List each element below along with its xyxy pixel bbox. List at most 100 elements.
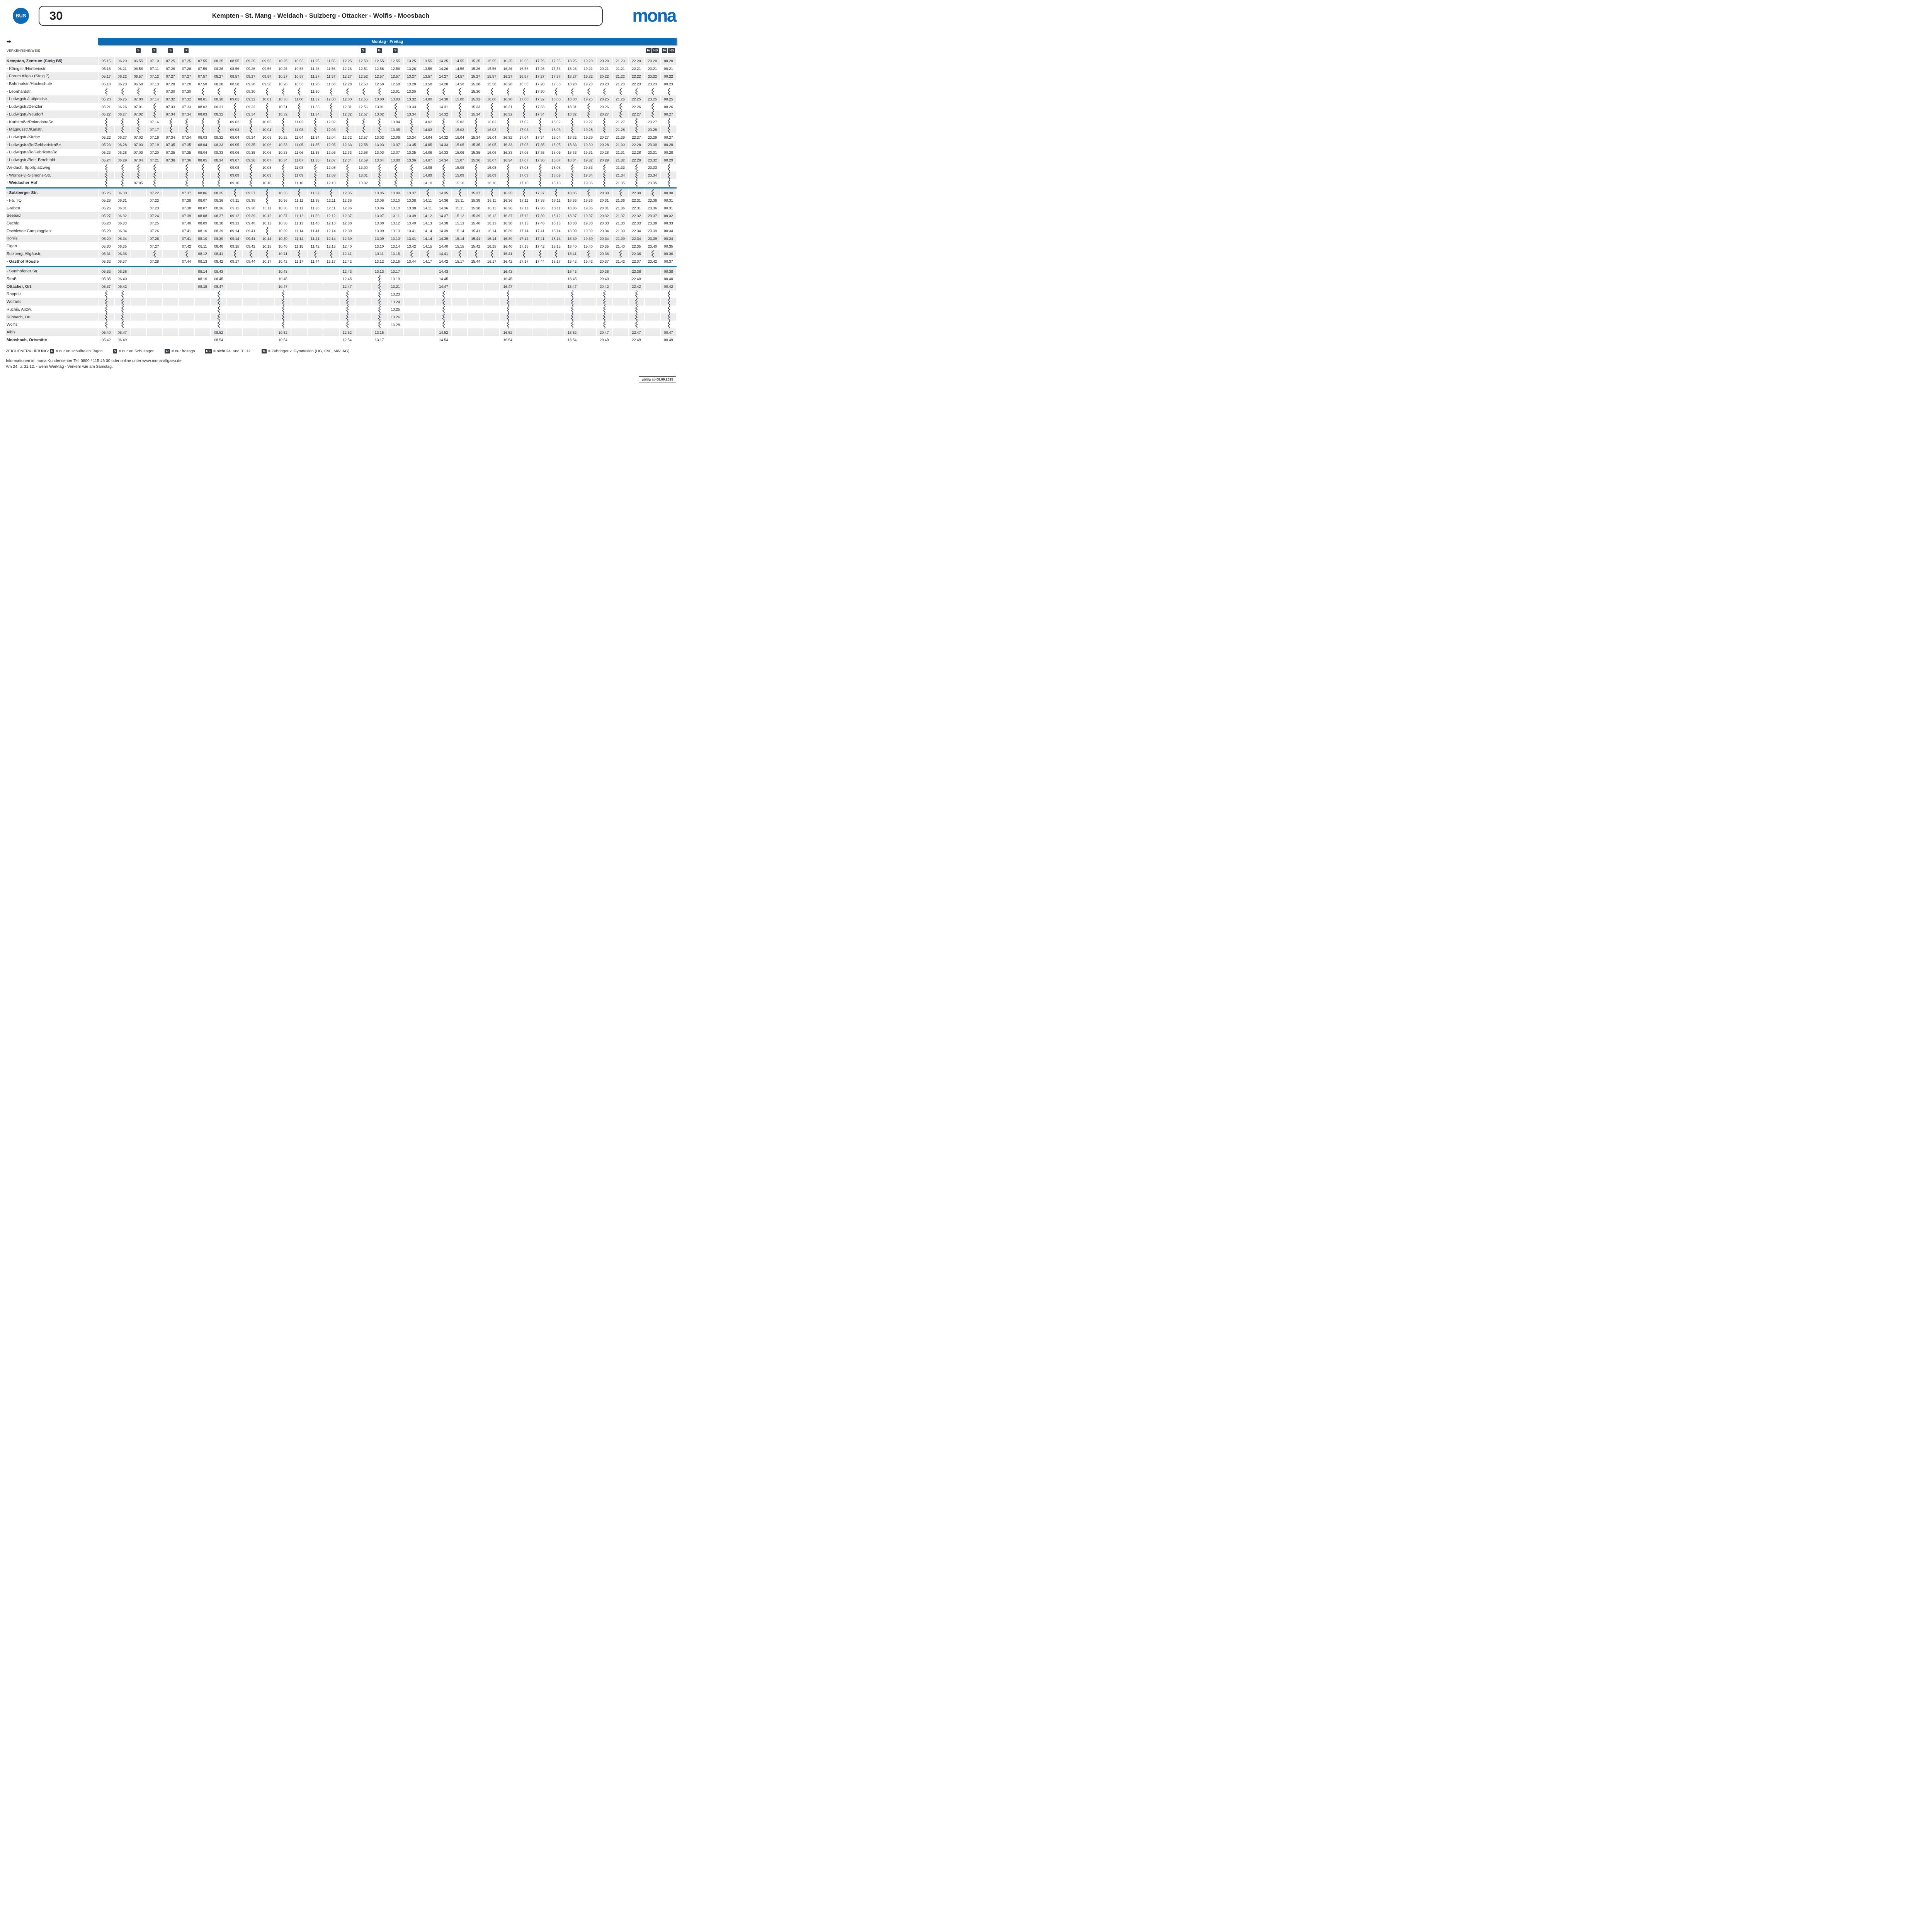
- time-cell: [130, 267, 146, 275]
- time-cell: 06.27: [114, 110, 131, 118]
- skip-squiggle-icon: [378, 306, 381, 313]
- time-cell: [259, 197, 275, 204]
- time-cell: 10.39: [275, 227, 291, 235]
- time-cell: [371, 313, 388, 321]
- skip-squiggle-icon: [506, 298, 510, 306]
- time-cell: [452, 275, 468, 283]
- time-cell: [146, 298, 163, 306]
- time-cell: 20.25: [596, 95, 612, 103]
- time-cell: [484, 283, 500, 291]
- time-cell: [420, 267, 436, 275]
- skip-squiggle-icon: [297, 103, 301, 110]
- time-cell: 07.56: [194, 65, 211, 73]
- time-cell: 20.23: [596, 80, 612, 88]
- time-cell: 07.24: [146, 212, 163, 219]
- time-cell: 05.33: [98, 267, 114, 275]
- time-cell: [532, 250, 548, 258]
- time-cell: [179, 126, 195, 133]
- time-cell: [628, 126, 645, 133]
- time-cell: 07.21: [146, 156, 163, 164]
- time-cell: 16.05: [484, 141, 500, 149]
- skip-squiggle-icon: [217, 306, 220, 313]
- time-cell: [339, 321, 355, 328]
- time-cell: 07.33: [162, 103, 179, 110]
- time-cell: [660, 172, 677, 179]
- time-cell: 21.23: [612, 80, 629, 88]
- time-cell: [146, 321, 163, 328]
- time-cell: 19.39: [580, 227, 596, 235]
- skip-squiggle-icon: [313, 172, 317, 179]
- time-cell: [194, 164, 211, 172]
- time-cell: 13.02: [355, 179, 371, 187]
- time-cell: 17.11: [516, 197, 532, 204]
- time-cell: [291, 103, 307, 110]
- time-cell: [162, 328, 179, 336]
- skip-squiggle-icon: [634, 298, 638, 306]
- time-cell: 12.52: [339, 328, 355, 336]
- stop-name: Öschlesee Campingplatz: [6, 227, 98, 235]
- stop-name: Weidach, Sportplatzweg: [6, 164, 98, 172]
- time-cell: 00.22: [660, 72, 677, 80]
- time-cell: 11.11: [291, 204, 307, 212]
- time-cell: [291, 267, 307, 275]
- time-cell: [612, 250, 629, 258]
- time-cell: [548, 267, 564, 275]
- note-symbol-hs: HS: [668, 48, 675, 53]
- time-cell: 19.35: [580, 179, 596, 187]
- time-cell: [645, 336, 661, 344]
- time-cell: 11.38: [307, 197, 323, 204]
- time-cell: 09.14: [227, 227, 243, 235]
- stop-name: - Werner-v.-Siemens-Str.: [6, 172, 98, 179]
- time-cell: 12.05: [323, 141, 339, 149]
- trip-note-cell: [114, 48, 131, 53]
- skip-squiggle-icon: [554, 189, 558, 197]
- time-cell: [291, 283, 307, 291]
- time-cell: 17.15: [516, 242, 532, 250]
- day-band: Montag - Freitag: [98, 38, 677, 45]
- time-cell: [452, 267, 468, 275]
- time-cell: [243, 328, 259, 336]
- time-cell: 16.12: [484, 212, 500, 219]
- time-cell: 17.40: [532, 219, 548, 227]
- time-cell: 13.55: [420, 57, 436, 65]
- time-cell: [130, 164, 146, 172]
- trip-note-cell: [435, 48, 452, 53]
- time-cell: [596, 298, 612, 306]
- stop-name: - Ludwigstr./Neudorf: [6, 110, 98, 118]
- time-cell: 12.58: [355, 141, 371, 149]
- time-cell: [227, 321, 243, 328]
- time-cell: 23.32: [645, 156, 661, 164]
- time-cell: 00.40: [660, 275, 677, 283]
- time-cell: 09.09: [227, 172, 243, 179]
- time-cell: 10.40: [275, 242, 291, 250]
- time-cell: 09.28: [243, 80, 259, 88]
- time-cell: [146, 275, 163, 283]
- time-cell: 16.02: [484, 118, 500, 126]
- time-cell: 15.55: [484, 57, 500, 65]
- time-cell: [194, 126, 211, 133]
- time-cell: 18.03: [548, 126, 564, 133]
- time-cell: 18.25: [564, 57, 580, 65]
- time-cell: [628, 164, 645, 172]
- skip-squiggle-icon: [313, 118, 317, 126]
- time-cell: 18.37: [564, 212, 580, 219]
- time-cell: [291, 189, 307, 197]
- legend-title: ZEICHENERKLÄRUNG:: [6, 349, 49, 353]
- time-cell: 13.03: [371, 149, 388, 156]
- time-cell: 19.32: [580, 156, 596, 164]
- skip-squiggle-icon: [587, 103, 590, 110]
- time-cell: [435, 126, 452, 133]
- stop-name: Kempten, Zentrum (Steig B5): [6, 57, 98, 65]
- time-cell: [130, 219, 146, 227]
- time-cell: 16.25: [500, 57, 516, 65]
- time-cell: 14.03: [420, 126, 436, 133]
- time-cell: [162, 118, 179, 126]
- time-cell: [355, 189, 371, 197]
- skip-squiggle-icon: [570, 126, 574, 133]
- trip-note-cell: F: [179, 48, 195, 53]
- time-cell: [243, 275, 259, 283]
- time-cell: 15.35: [468, 141, 484, 149]
- time-cell: 07.13: [146, 80, 163, 88]
- time-cell: 14.07: [420, 156, 436, 164]
- time-cell: 06.47: [114, 328, 131, 336]
